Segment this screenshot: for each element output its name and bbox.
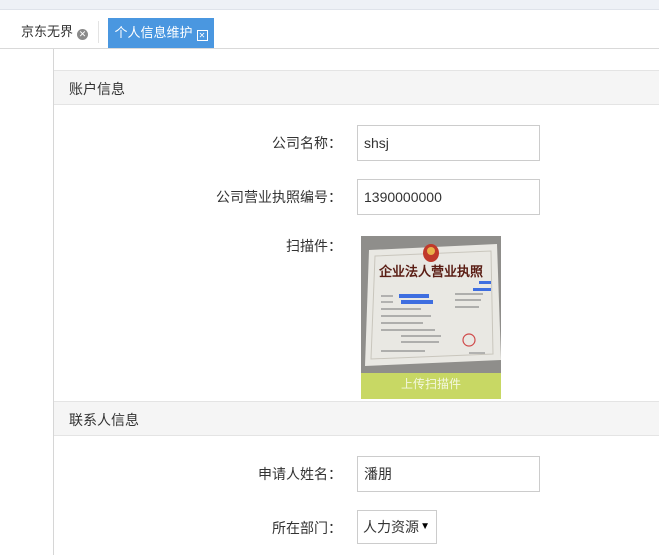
department-select[interactable]: 人力资源 ▼: [357, 510, 437, 544]
license-scan-image: 企业法人营业执照: [361, 236, 501, 373]
tab-personal-info[interactable]: 个人信息维护 ✕: [108, 18, 214, 48]
tab-label: 京东无界: [21, 24, 74, 39]
section-title: 联系人信息: [69, 412, 139, 428]
department-label: 所在部门：: [272, 520, 342, 536]
upload-scan-button[interactable]: 上传扫描件: [361, 373, 501, 399]
tab-jd-wujie[interactable]: 京东无界 ✕: [11, 21, 100, 43]
company-name-field[interactable]: shsj: [357, 125, 540, 161]
section-title: 账户信息: [69, 81, 125, 97]
department-value: 人力资源: [363, 519, 419, 535]
license-number-label: 公司营业执照编号：: [216, 189, 342, 205]
applicant-name-label: 申请人姓名：: [258, 466, 342, 482]
close-box-icon[interactable]: ✕: [196, 30, 208, 41]
sidebar: [0, 49, 54, 555]
caret-down-icon: ▼: [420, 521, 430, 532]
tab-bar: 京东无界 ✕ 个人信息维护 ✕: [0, 10, 659, 49]
top-strip: [0, 0, 659, 10]
section-contact-header: 联系人信息: [54, 401, 659, 436]
license-title: 企业法人营业执照: [378, 264, 483, 280]
scan-label: 扫描件：: [286, 238, 342, 254]
company-name-label: 公司名称：: [272, 135, 342, 151]
license-document-illustration: 企业法人营业执照: [361, 236, 501, 373]
license-number-field[interactable]: 1390000000: [357, 179, 540, 215]
tab-label: 个人信息维护: [114, 25, 193, 40]
section-account-header: 账户信息: [54, 70, 659, 105]
close-circle-icon[interactable]: ✕: [77, 29, 89, 40]
applicant-name-field[interactable]: 潘朋: [357, 456, 540, 492]
